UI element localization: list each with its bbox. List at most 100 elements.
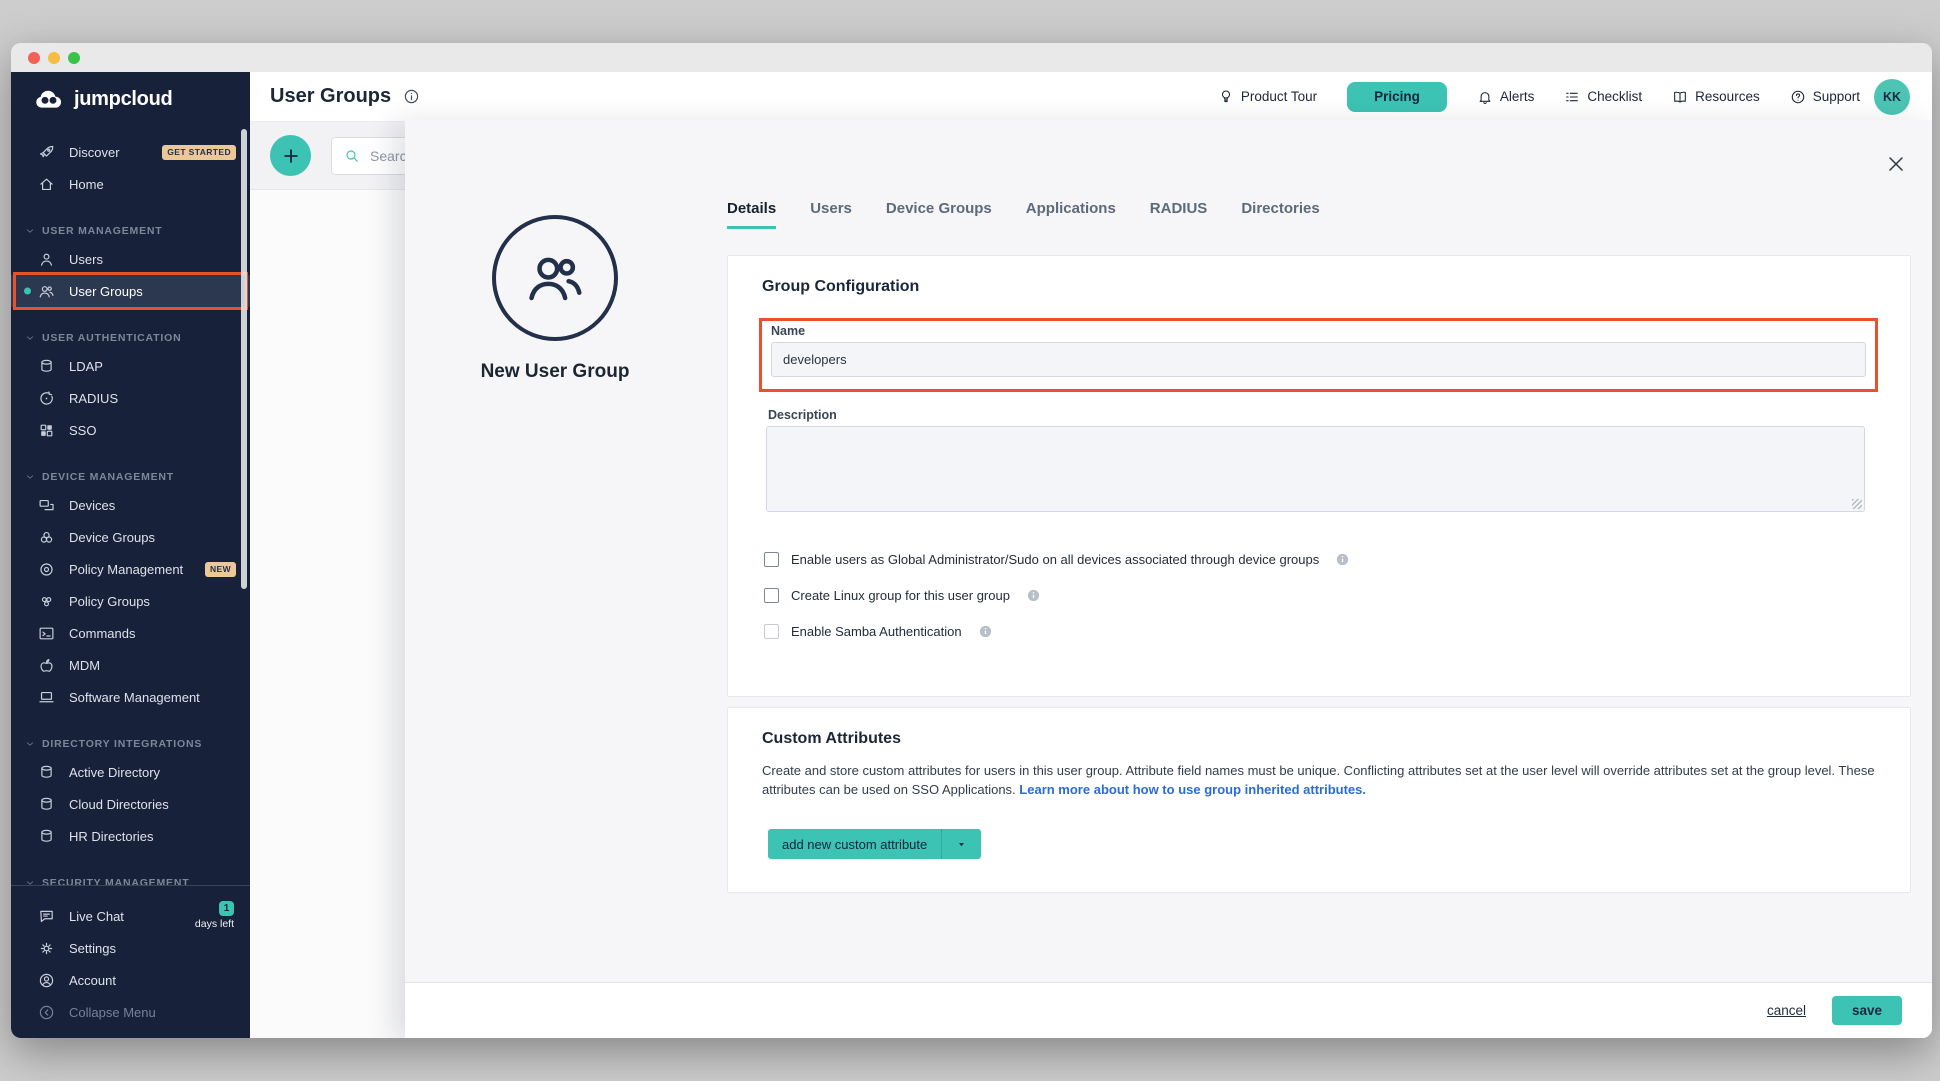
tab-directories[interactable]: Directories <box>1241 200 1319 229</box>
learn-more-link[interactable]: Learn more about how to use group inheri… <box>1019 782 1366 797</box>
sidebar-item-discover[interactable]: DiscoverGET STARTED <box>11 136 250 168</box>
sidebar-item-policy-management[interactable]: Policy ManagementNEW <box>11 553 250 585</box>
radius-dial-icon <box>38 390 55 407</box>
entity-title: New User Group <box>405 361 705 383</box>
cancel-button[interactable]: cancel <box>1767 1003 1806 1018</box>
info-icon[interactable] <box>1026 588 1041 603</box>
sidebar-item-active-directory[interactable]: Active Directory <box>11 756 250 788</box>
rocket-icon <box>38 144 55 161</box>
new-badge: NEW <box>205 562 236 577</box>
panel-footer: cancel save <box>405 982 1932 1038</box>
topbar-product-tour[interactable]: Product Tour <box>1218 89 1317 105</box>
sidebar-item-commands[interactable]: Commands <box>11 617 250 649</box>
sidebar-section-device-management[interactable]: DEVICE MANAGEMENT <box>11 465 250 489</box>
sidebar-item-account[interactable]: Account <box>11 964 250 996</box>
sidebar-item-sso[interactable]: SSO <box>11 414 250 446</box>
description-label: Description <box>768 408 837 422</box>
window-close-button[interactable] <box>28 52 40 64</box>
sidebar-section-directory-integrations[interactable]: DIRECTORY INTEGRATIONS <box>11 732 250 756</box>
sidebar-section-user-management[interactable]: USER MANAGEMENT <box>11 219 250 243</box>
window-minimize-button[interactable] <box>48 52 60 64</box>
policy-groups-icon <box>38 593 55 610</box>
checkbox-box[interactable] <box>764 588 779 603</box>
sidebar-item-ldap[interactable]: LDAP <box>11 350 250 382</box>
group-options: Enable users as Global Administrator/Sud… <box>764 548 1350 642</box>
topbar-checklist[interactable]: Checklist <box>1564 89 1642 105</box>
sidebar-item-users[interactable]: Users <box>11 243 250 275</box>
sidebar-nav: DiscoverGET STARTEDHomeUSER MANAGEMENTUs… <box>11 136 250 885</box>
search-icon <box>344 148 360 164</box>
book-icon <box>1672 89 1688 105</box>
directory-db-icon <box>38 764 55 781</box>
info-icon[interactable] <box>1335 552 1350 567</box>
database-icon <box>38 358 55 375</box>
sidebar-item-policy-groups[interactable]: Policy Groups <box>11 585 250 617</box>
checklist-icon <box>1564 89 1580 105</box>
info-icon[interactable] <box>978 624 993 639</box>
tab-radius[interactable]: RADIUS <box>1150 200 1208 229</box>
checkbox-create-linux-group-for[interactable]: Create Linux group for this user group <box>764 584 1350 606</box>
window-zoom-button[interactable] <box>68 52 80 64</box>
add-custom-attribute-button[interactable]: add new custom attribute <box>768 829 981 859</box>
window-titlebar[interactable] <box>11 43 1932 72</box>
sidebar-item-radius[interactable]: RADIUS <box>11 382 250 414</box>
group-configuration-title: Group Configuration <box>762 278 919 296</box>
sidebar-item-device-groups[interactable]: Device Groups <box>11 521 250 553</box>
active-indicator-dot <box>24 288 31 295</box>
cloud-logo-icon <box>33 87 65 111</box>
chevron-down-icon <box>25 472 35 482</box>
question-circle-icon <box>1790 89 1806 105</box>
sidebar-item-user-groups[interactable]: User Groups <box>11 275 250 307</box>
sidebar-item-mdm[interactable]: MDM <box>11 649 250 681</box>
balloon-icon <box>1218 89 1234 105</box>
collapse-arrow-icon <box>38 1004 55 1021</box>
sidebar-scrollbar[interactable] <box>241 129 247 589</box>
account-circle-icon <box>38 972 55 989</box>
sidebar-item-home[interactable]: Home <box>11 168 250 200</box>
sidebar-item-software-management[interactable]: Software Management <box>11 681 250 713</box>
chevron-down-icon <box>25 739 35 749</box>
sidebar-section-user-authentication[interactable]: USER AUTHENTICATION <box>11 326 250 350</box>
tab-device-groups[interactable]: Device Groups <box>886 200 992 229</box>
group-description-textarea[interactable] <box>766 426 1865 512</box>
tab-users[interactable]: Users <box>810 200 852 229</box>
page-title: User Groups <box>270 85 391 108</box>
sidebar-item-devices[interactable]: Devices <box>11 489 250 521</box>
chevron-down-icon <box>25 878 35 885</box>
page-info-icon[interactable] <box>403 88 420 105</box>
gear-icon <box>38 940 55 957</box>
annotation-highlight-name-field: Name developers <box>759 318 1878 392</box>
sidebar-item-settings[interactable]: Settings <box>11 932 250 964</box>
topbar-support[interactable]: Support <box>1790 89 1860 105</box>
save-button[interactable]: save <box>1832 996 1902 1025</box>
sidebar-item-live-chat[interactable]: Live Chat1days left <box>11 900 250 932</box>
panel-tabs: Details Users Device Groups Applications RAD… <box>727 200 1320 229</box>
sidebar-item-collapse-menu[interactable]: Collapse Menu <box>11 996 250 1028</box>
add-custom-attribute-label: add new custom attribute <box>782 837 927 852</box>
group-name-input[interactable]: developers <box>771 342 1866 377</box>
plus-icon <box>281 146 301 166</box>
pricing-button[interactable]: Pricing <box>1347 82 1447 112</box>
group-configuration-card: Group Configuration Name developers Desc… <box>727 255 1911 697</box>
group-name-value: developers <box>783 352 847 367</box>
laptop-icon <box>38 689 55 706</box>
desktop-background: jumpcloud DiscoverGET STARTEDHome USER MA… <box>0 0 1940 1081</box>
checkbox-enable-users-as-global[interactable]: Enable users as Global Administrator/Sud… <box>764 548 1350 570</box>
checkbox-box[interactable] <box>764 552 779 567</box>
sidebar-item-cloud-directories[interactable]: Cloud Directories <box>11 788 250 820</box>
resize-grip-icon[interactable] <box>1852 499 1862 509</box>
tab-applications[interactable]: Applications <box>1026 200 1116 229</box>
close-panel-button[interactable] <box>1884 152 1908 176</box>
jumpcloud-logo[interactable]: jumpcloud <box>11 72 250 117</box>
sidebar-item-hr-directories[interactable]: HR Directories <box>11 820 250 852</box>
days-left-badge: 1 <box>219 901 234 916</box>
topbar-alerts[interactable]: Alerts <box>1477 89 1535 105</box>
topbar-resources[interactable]: Resources <box>1672 89 1760 105</box>
tab-details[interactable]: Details <box>727 200 776 229</box>
sidebar-section-security-management[interactable]: SECURITY MANAGEMENT <box>11 871 250 885</box>
user-avatar[interactable]: KK <box>1874 79 1910 115</box>
add-user-group-button[interactable] <box>270 135 311 176</box>
new-user-group-panel: New User Group Details Users Device Groups… <box>405 120 1932 1038</box>
checkbox-enable-samba-authentication[interactable]: Enable Samba Authentication <box>764 620 1350 642</box>
checkbox-box[interactable] <box>764 624 779 639</box>
